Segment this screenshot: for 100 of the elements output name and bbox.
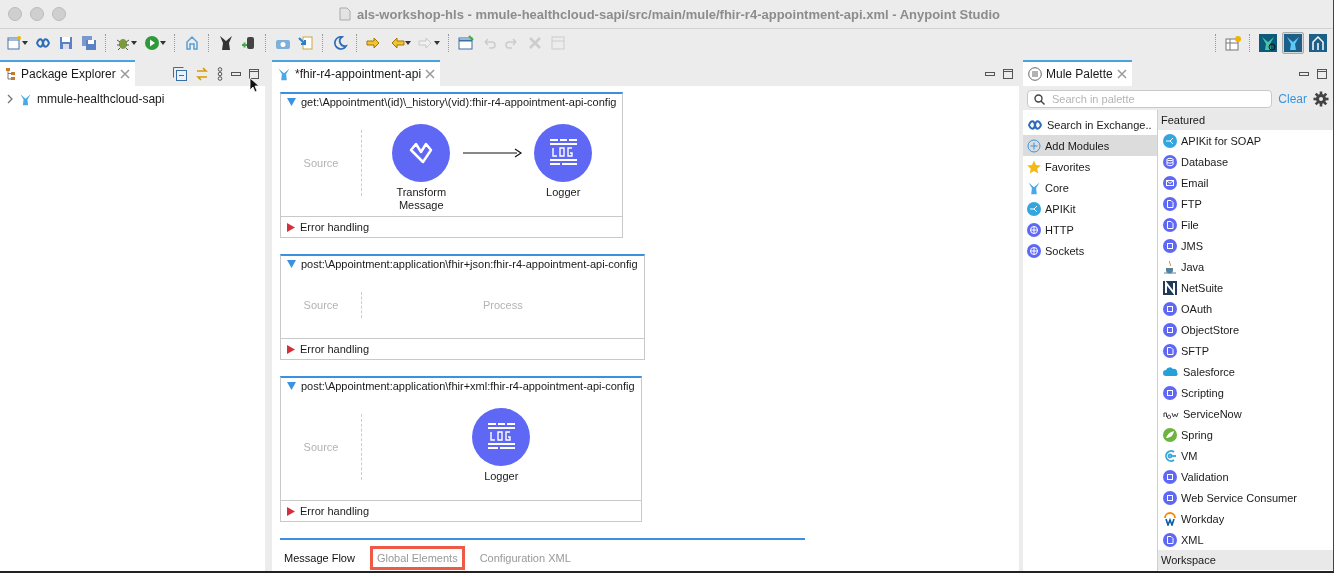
collapse-triangle-icon[interactable] bbox=[287, 98, 296, 106]
previous-arrow-icon bbox=[389, 35, 405, 51]
source-label: Source bbox=[303, 299, 339, 311]
minimize-icon[interactable] bbox=[1299, 69, 1309, 79]
palette-item[interactable]: XML bbox=[1158, 529, 1333, 550]
palette-item[interactable]: Web Service Consumer bbox=[1158, 487, 1333, 508]
close-icon[interactable] bbox=[425, 69, 436, 79]
logger-icon bbox=[472, 408, 531, 466]
perspective-button[interactable] bbox=[1307, 32, 1329, 54]
caret-icon bbox=[131, 40, 137, 46]
palette-item[interactable]: ObjectStore bbox=[1158, 319, 1333, 340]
palette-item[interactable]: Salesforce bbox=[1158, 361, 1333, 382]
featured-header: Featured bbox=[1158, 110, 1333, 130]
palette-item[interactable]: Workday bbox=[1158, 508, 1333, 529]
save-all-icon bbox=[81, 35, 97, 51]
palette-item[interactable]: SFTP bbox=[1158, 340, 1333, 361]
arrow-connector bbox=[461, 148, 524, 158]
open-perspective-icon bbox=[1225, 35, 1241, 51]
connector-icon bbox=[1163, 133, 1177, 148]
editor-view-tab[interactable]: Message Flow bbox=[277, 546, 362, 570]
module-icon bbox=[1163, 301, 1177, 316]
palette-item[interactable]: File bbox=[1158, 214, 1333, 235]
expand-triangle-icon bbox=[287, 506, 295, 516]
module-icon bbox=[1163, 322, 1177, 337]
palette-item[interactable]: ServiceNow bbox=[1158, 403, 1333, 424]
palette-item[interactable]: VM bbox=[1158, 445, 1333, 466]
process-label: Process bbox=[482, 299, 523, 311]
perspective-button[interactable] bbox=[1257, 32, 1279, 54]
tab-label: *fhir-r4-appointment-api bbox=[295, 67, 422, 81]
leaf-icon bbox=[1163, 427, 1177, 442]
globe-icon bbox=[1027, 222, 1041, 237]
maximize-icon[interactable] bbox=[249, 69, 259, 79]
palette-category[interactable]: Favorites bbox=[1023, 156, 1157, 177]
coffee-cup-icon bbox=[1163, 259, 1177, 274]
flow-title[interactable]: post:\Appointment:application\fhir+xml:fhir-r4-appointment-api-config bbox=[281, 378, 641, 394]
tree-item[interactable]: mmule-healthcloud-sapi bbox=[0, 86, 265, 112]
caret-icon bbox=[160, 40, 166, 46]
search-field[interactable]: Search in palette bbox=[1027, 90, 1273, 108]
copy-icon bbox=[550, 35, 566, 51]
tab-label: Package Explorer bbox=[21, 67, 116, 81]
email-icon bbox=[1163, 175, 1177, 190]
palette-item[interactable]: Java bbox=[1158, 256, 1333, 277]
palette-category[interactable]: APIKit bbox=[1023, 198, 1157, 219]
database-icon bbox=[1163, 154, 1177, 169]
menu-icon bbox=[1028, 67, 1042, 81]
palette-category[interactable]: HTTP bbox=[1023, 219, 1157, 240]
file-icon bbox=[1163, 532, 1177, 547]
palette-item[interactable]: Spring bbox=[1158, 424, 1333, 445]
palette-item[interactable]: FTP bbox=[1158, 193, 1333, 214]
palette-category[interactable]: Sockets bbox=[1023, 240, 1157, 261]
view-menu-icon[interactable] bbox=[217, 67, 223, 81]
settings-icon[interactable] bbox=[1313, 91, 1329, 107]
tab-label: Mule Palette bbox=[1046, 67, 1113, 81]
palette-item[interactable]: Scripting bbox=[1158, 382, 1333, 403]
minimize-icon[interactable] bbox=[231, 69, 241, 79]
error-handling-row[interactable]: Error handling bbox=[281, 500, 641, 521]
collapse-all-icon[interactable] bbox=[173, 67, 187, 81]
open-window-icon bbox=[458, 35, 474, 51]
caret-icon bbox=[22, 40, 28, 46]
search-icon bbox=[1034, 94, 1045, 105]
cloud-icon bbox=[1163, 365, 1179, 378]
flow-title[interactable]: get:\Appointment\(id)\_history\(vid):fhir-r4-appointment-api-config bbox=[281, 94, 623, 110]
toolbar-button[interactable] bbox=[456, 33, 476, 53]
file-icon bbox=[1163, 196, 1177, 211]
mule-head-icon bbox=[277, 67, 291, 81]
collapse-triangle-icon[interactable] bbox=[287, 260, 296, 268]
collapse-triangle-icon[interactable] bbox=[287, 382, 296, 390]
next-annotation-icon bbox=[366, 35, 382, 51]
palette-item[interactable]: OAuth bbox=[1158, 298, 1333, 319]
close-icon[interactable] bbox=[119, 69, 130, 79]
palette-category[interactable]: Search in Exchange.. bbox=[1023, 114, 1157, 135]
jar-icon bbox=[241, 35, 257, 51]
expand-triangle-icon bbox=[287, 344, 295, 354]
package-explorer-tab[interactable]: Package Explorer bbox=[0, 60, 135, 86]
palette-category[interactable]: Add Modules bbox=[1023, 135, 1157, 156]
mule-palette-tab[interactable]: Mule Palette bbox=[1023, 60, 1132, 86]
expand-chevron-icon[interactable] bbox=[6, 94, 14, 104]
caret-icon bbox=[405, 40, 411, 46]
error-handling-row[interactable]: Error handling bbox=[281, 338, 644, 359]
minimize-icon[interactable] bbox=[985, 69, 995, 79]
window-title: als-workshop-hls - mmule-healthcloud-sapi/src/main/mule/fhir-r4-appointment-api.xml - Anypoint Studio bbox=[356, 6, 1001, 22]
editor-tab[interactable]: *fhir-r4-appointment-api bbox=[272, 60, 441, 86]
forward-arrow-icon bbox=[418, 35, 434, 51]
mule-head-icon bbox=[19, 92, 32, 106]
error-handling-row[interactable]: Error handling bbox=[281, 216, 623, 237]
globe-icon bbox=[1027, 243, 1041, 258]
palette-item[interactable]: Email bbox=[1158, 172, 1333, 193]
close-icon[interactable] bbox=[1116, 69, 1127, 79]
palette-item[interactable]: APIKit for SOAP bbox=[1158, 130, 1333, 151]
flow-title[interactable]: post:\Appointment:application\fhir+json:fhir-r4-appointment-api-config bbox=[281, 256, 644, 272]
mule-design-perspective-icon bbox=[1284, 34, 1302, 52]
document-icon bbox=[338, 7, 351, 21]
palette-category[interactable]: Core bbox=[1023, 177, 1157, 198]
maximize-icon[interactable] bbox=[1317, 69, 1327, 79]
palette-item[interactable]: JMS bbox=[1158, 235, 1333, 256]
component-label: Logger bbox=[546, 186, 581, 199]
palette-item[interactable]: NetSuite bbox=[1158, 277, 1333, 298]
palette-item[interactable]: Database bbox=[1158, 151, 1333, 172]
palette-item[interactable]: Validation bbox=[1158, 466, 1333, 487]
maximize-icon[interactable] bbox=[1003, 69, 1013, 79]
